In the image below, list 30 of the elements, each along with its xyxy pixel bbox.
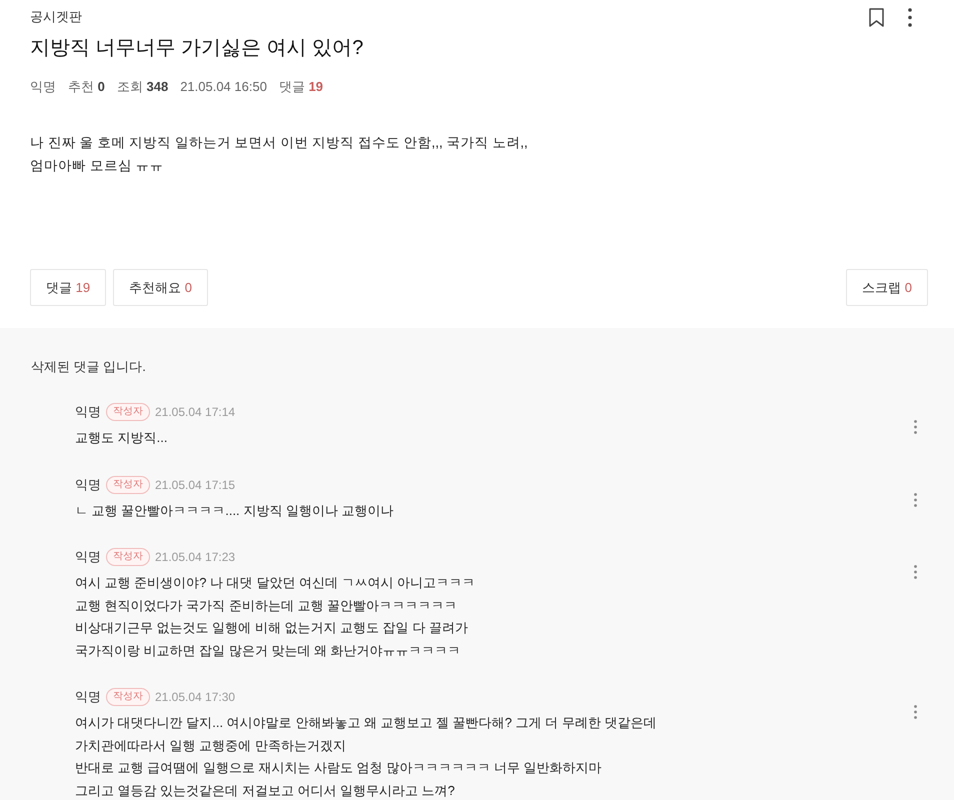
comment-text: 여시가 대댓다니깐 달지... 여시야말로 안해봐놓고 왜 교행보고 젤 꿀빤다해? 그게 더 무례한 댓같은데 가치관에따라서 일행 교행중에 만족하는거겠지 반대로 교행 급여땜에 일행으로 재시치는 사람도 엄청 많아ㅋㅋㅋㅋㅋㅋ 너무 일반화하지마 그리고 열등감 있는것같은데 저걸보고 어디서 일행무시라고 느껴?	[75, 714, 656, 800]
more-icon[interactable]	[908, 8, 912, 27]
author-badge: 작성자	[106, 688, 150, 706]
comment-author: 익명	[75, 548, 101, 566]
action-button[interactable]: 추천해요 0	[113, 269, 208, 306]
comment-author: 익명	[75, 476, 101, 494]
bookmark-icon[interactable]	[869, 8, 884, 27]
author-badge: 작성자	[106, 403, 150, 421]
post-stat: 추천 0	[68, 78, 105, 96]
action-button[interactable]: 댓글 19	[30, 269, 106, 306]
board-name[interactable]: 공시겟판	[30, 7, 82, 27]
comment-time: 21.05.04 17:30	[155, 689, 236, 706]
comment-text: 여시 교행 준비생이야? 나 대댓 달았던 여신데 ㄱㅆ여시 아니고ㅋㅋㅋ 교행 현직이었다가 국가직 준비하는데 교행 꿀안빨아ㅋㅋㅋㅋㅋㅋ 비상대기근무 없는것도 일행에 비해 없는거지 교행도 잡일 다 끌려가 국가직이랑 비교하면 잡일 많은거 맞는데 왜 화난거야ㅠㅠㅋㅋㅋㅋ	[75, 574, 476, 660]
comment-author: 익명	[75, 688, 101, 706]
post-author: 익명	[30, 78, 56, 96]
comment-time: 21.05.04 17:14	[155, 404, 236, 421]
comment-author: 익명	[75, 403, 101, 421]
post-stat: 조회 348	[116, 78, 168, 96]
author-badge: 작성자	[106, 548, 150, 566]
deleted-comment-notice: 삭제된 댓글 입니다.	[31, 358, 147, 376]
post-title: 지방직 너무너무 가기싫은 여시 있어?	[30, 36, 364, 61]
comment-time: 21.05.04 17:23	[155, 549, 236, 566]
comment-text: ㄴ 교행 꿀안빨아ㅋㅋㅋㅋ.... 지방직 일행이나 교행이나	[75, 502, 394, 520]
comment-text: 교행도 지방직...	[75, 429, 168, 447]
comment-count: 댓글 19	[278, 78, 324, 96]
action-button[interactable]: 스크랩 0	[846, 269, 928, 306]
post-body: 나 진짜 울 호메 지방직 일하는거 보면서 이번 지방직 접수도 안함,,, 국가직 노려,, 엄마아빠 모르심 ㅠㅠ	[30, 134, 529, 175]
post-date: 21.05.04 16:50	[180, 78, 267, 96]
author-badge: 작성자	[106, 476, 150, 494]
comment-time: 21.05.04 17:15	[155, 476, 236, 494]
